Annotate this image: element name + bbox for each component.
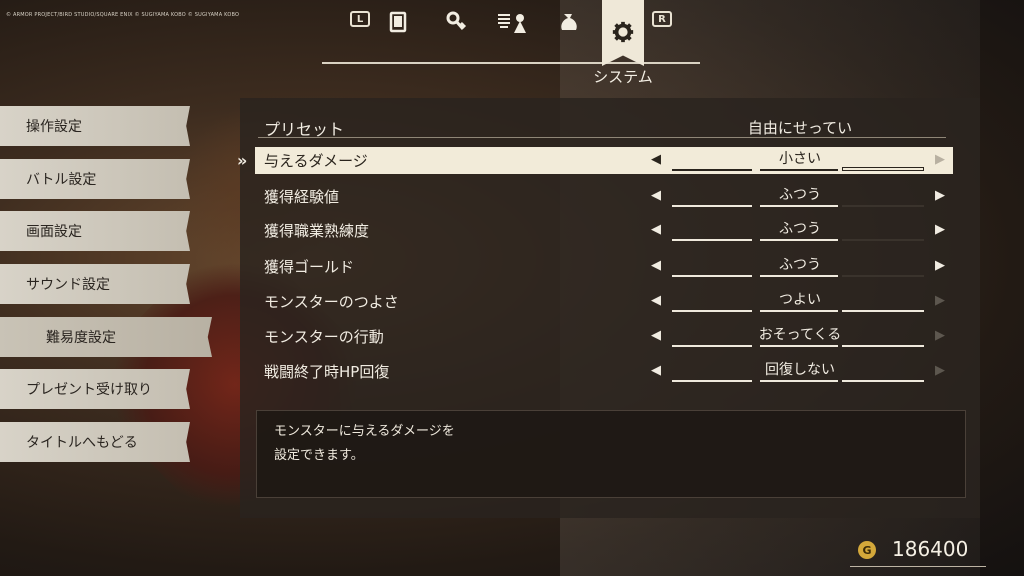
- selection-cursor-icon: »: [237, 151, 248, 170]
- setting-label: モンスターの行動: [264, 328, 384, 346]
- level-segment: [672, 380, 752, 382]
- menu-item-display[interactable]: 画面設定: [0, 211, 190, 251]
- level-segment: [842, 380, 924, 382]
- level-segment: [760, 239, 838, 241]
- setting-label: 戦闘終了時HP回復: [264, 363, 390, 381]
- setting-row[interactable]: モンスターの行動 ◀ おそってくる ▶: [255, 323, 953, 350]
- arrow-right-icon[interactable]: ▶: [935, 293, 945, 308]
- tab-key[interactable]: [438, 6, 474, 38]
- arrow-right-icon[interactable]: ▶: [935, 328, 945, 343]
- setting-value: おそってくる: [758, 327, 842, 343]
- setting-value: 回復しない: [765, 362, 835, 378]
- arrow-right-icon[interactable]: ▶: [935, 222, 945, 237]
- level-segment: [672, 239, 752, 241]
- setting-row[interactable]: 与えるダメージ ◀ 小さい ▶: [255, 147, 953, 174]
- setting-row[interactable]: 獲得経験値 ◀ ふつう ▶: [255, 183, 953, 210]
- setting-value: ふつう: [779, 257, 821, 273]
- arrow-right-icon[interactable]: ▶: [935, 188, 945, 203]
- level-segment: [760, 205, 838, 207]
- menu-item-title[interactable]: タイトルへもどる: [0, 422, 190, 462]
- level-segment: [842, 345, 924, 347]
- bag-icon: [561, 14, 577, 30]
- menu-item-controls[interactable]: 操作設定: [0, 106, 190, 146]
- setting-label: 獲得ゴールド: [264, 258, 355, 276]
- level-segment: [672, 169, 752, 171]
- level-segment: [672, 345, 752, 347]
- level-segment: [760, 310, 838, 312]
- tab-bag[interactable]: [550, 6, 586, 38]
- level-segment: [842, 310, 924, 312]
- key-icon: [446, 11, 467, 30]
- setting-row[interactable]: 戦闘終了時HP回復 ◀ 回復しない ▶: [255, 358, 953, 385]
- arrow-left-icon[interactable]: ◀: [651, 222, 661, 237]
- menu-item-sound[interactable]: サウンド設定: [0, 264, 190, 304]
- arrow-left-icon[interactable]: ◀: [651, 328, 661, 343]
- menu-item-difficulty[interactable]: 難易度設定: [0, 317, 212, 357]
- setting-row[interactable]: 獲得職業熟練度 ◀ ふつう ▶: [255, 217, 953, 244]
- level-segment: [842, 239, 924, 241]
- menu-item-battle[interactable]: バトル設定: [0, 159, 190, 199]
- arrow-right-icon[interactable]: ▶: [935, 363, 945, 378]
- tab-party[interactable]: [494, 6, 530, 38]
- description-text: モンスターに与えるダメージを 設定できます。: [274, 424, 455, 463]
- copyright-text: © ARMOR PROJECT/BIRD STUDIO/SQUARE ENIX …: [6, 12, 240, 18]
- arrow-right-icon[interactable]: ▶: [935, 258, 945, 273]
- arrow-left-icon[interactable]: ◀: [651, 363, 661, 378]
- setting-value: 小さい: [779, 151, 821, 167]
- level-segment: [672, 275, 752, 277]
- setting-value: つよい: [779, 292, 821, 308]
- party-icon: [498, 14, 526, 33]
- setting-label: モンスターのつよさ: [264, 293, 399, 311]
- setting-row[interactable]: モンスターのつよさ ◀ つよい ▶: [255, 288, 953, 315]
- level-segment: [760, 345, 838, 347]
- level-segment: [842, 205, 924, 207]
- level-segment: [760, 275, 838, 277]
- preset-value[interactable]: 自由にせってい: [720, 117, 880, 138]
- arrow-right-icon[interactable]: ▶: [935, 152, 945, 167]
- tab-book[interactable]: [380, 6, 416, 38]
- active-tab-label: システム: [593, 68, 653, 86]
- arrow-left-icon[interactable]: ◀: [651, 152, 661, 167]
- setting-label: 獲得職業熟練度: [264, 222, 370, 240]
- level-segment: [672, 310, 752, 312]
- level-segment: [672, 205, 752, 207]
- arrow-left-icon[interactable]: ◀: [651, 188, 661, 203]
- arrow-left-icon[interactable]: ◀: [651, 258, 661, 273]
- gold-underline: [850, 566, 986, 567]
- setting-label: 与えるダメージ: [264, 152, 368, 170]
- gold-amount: 186400: [892, 537, 969, 561]
- setting-value: ふつう: [779, 187, 821, 203]
- l-button-icon[interactable]: L: [350, 11, 370, 27]
- level-segment: [760, 169, 838, 171]
- gold-coin-icon: G: [858, 541, 876, 559]
- arrow-left-icon[interactable]: ◀: [651, 293, 661, 308]
- setting-label: 獲得経験値: [264, 188, 340, 206]
- gear-icon: [612, 21, 634, 43]
- level-segment: [842, 275, 924, 277]
- divider: [258, 137, 946, 138]
- setting-value: ふつう: [779, 221, 821, 237]
- setting-row[interactable]: 獲得ゴールド ◀ ふつう ▶: [255, 253, 953, 280]
- book-icon: [389, 11, 407, 33]
- r-button-icon[interactable]: R: [652, 11, 672, 27]
- menu-item-present[interactable]: プレゼント受け取り: [0, 369, 190, 409]
- level-segment: [760, 380, 838, 382]
